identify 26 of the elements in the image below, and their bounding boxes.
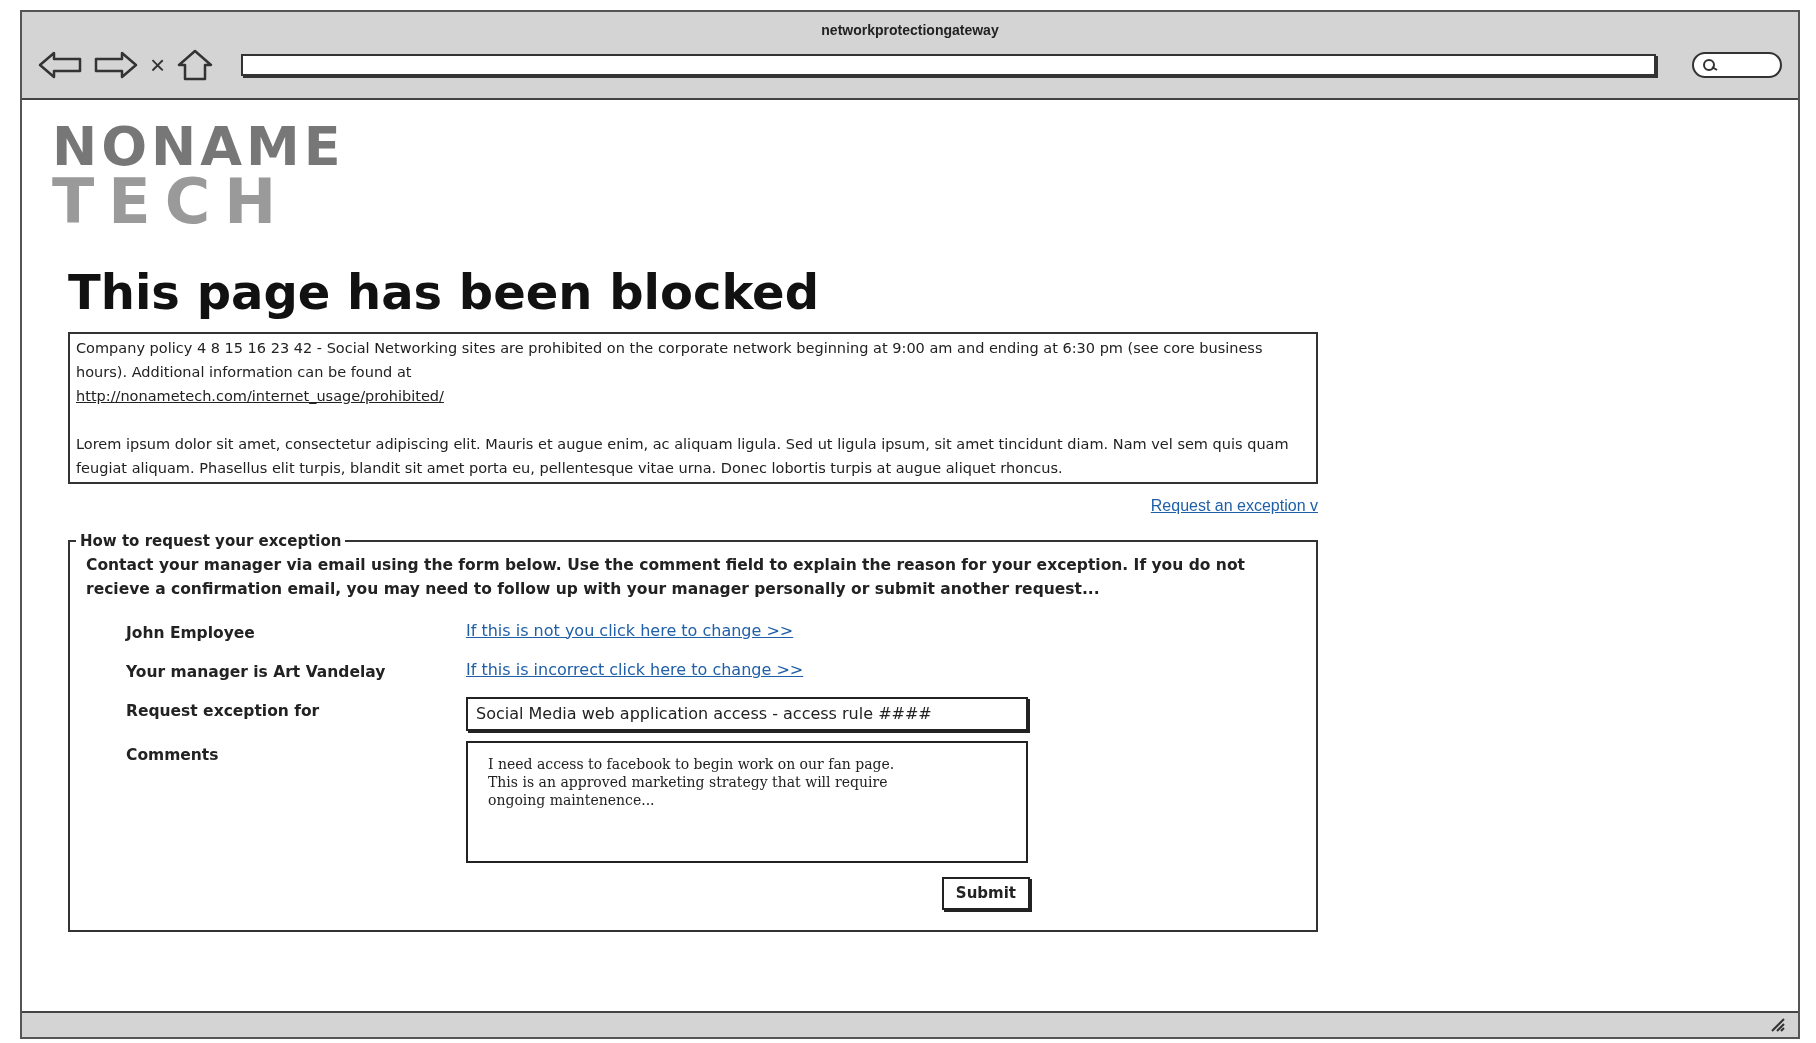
page-heading: This page has been blocked [68, 263, 820, 322]
search-field[interactable] [1692, 52, 1782, 78]
back-arrow-icon[interactable] [38, 51, 82, 79]
field-label: Request exception for [126, 701, 321, 722]
request-exception-link[interactable]: Request an exception v [1150, 494, 1318, 518]
window-title: networkprotectiongateway [821, 21, 999, 40]
change-link[interactable]: If this is incorrect click here to change >> [466, 657, 804, 682]
comments-field[interactable]: I need access to facebook to begin work on our fan page. This is an approved marketing strategy that will require ongoing maintenence... [466, 741, 1028, 863]
field-label: John Employee [126, 622, 256, 644]
home-icon[interactable] [177, 49, 214, 81]
submit-button[interactable]: Submit [941, 877, 1030, 910]
instructions-text: Contact your manager via email using the form below. Use the comment field to explain the reason for your exception. If you do not recieve a confirmation email, you may need to follow up with your manager personally or submit another request... [86, 554, 1246, 600]
resize-grip-icon[interactable] [1770, 1017, 1786, 1033]
address-bar[interactable] [241, 54, 1656, 76]
forward-arrow-icon[interactable] [94, 51, 138, 79]
search-icon [1702, 58, 1718, 72]
exception-field[interactable]: Social Media web application access - access rule #### [466, 697, 1028, 731]
field-label: Your manager is Art Vandelay [126, 661, 387, 683]
panel-legend: How to request your exception [76, 530, 346, 553]
logo-text: TECH [52, 172, 291, 232]
policy-link[interactable]: http://nonametech.com/internet_usage/prohibited/ [76, 388, 444, 404]
logo-text: NONAME [52, 122, 346, 172]
notice-text: Lorem ipsum dolor sit amet, consectetur adipiscing elit. Mauris et augue enim, ac aliquam ligula. Sed ut ligula ipsum, sit amet tincidunt diam. Nam vel sem quis quam feugiat aliquam. Phasellus elit turpis, blandit sit amet porta eu, pellentesque vitae urna. Donec lobortis turpis at augue aliquet rhoncus. [76, 435, 1290, 478]
field-label: Comments [126, 745, 220, 766]
change-link[interactable]: If this is not you click here to change >> [466, 618, 794, 643]
stop-button[interactable]: × [150, 52, 166, 78]
